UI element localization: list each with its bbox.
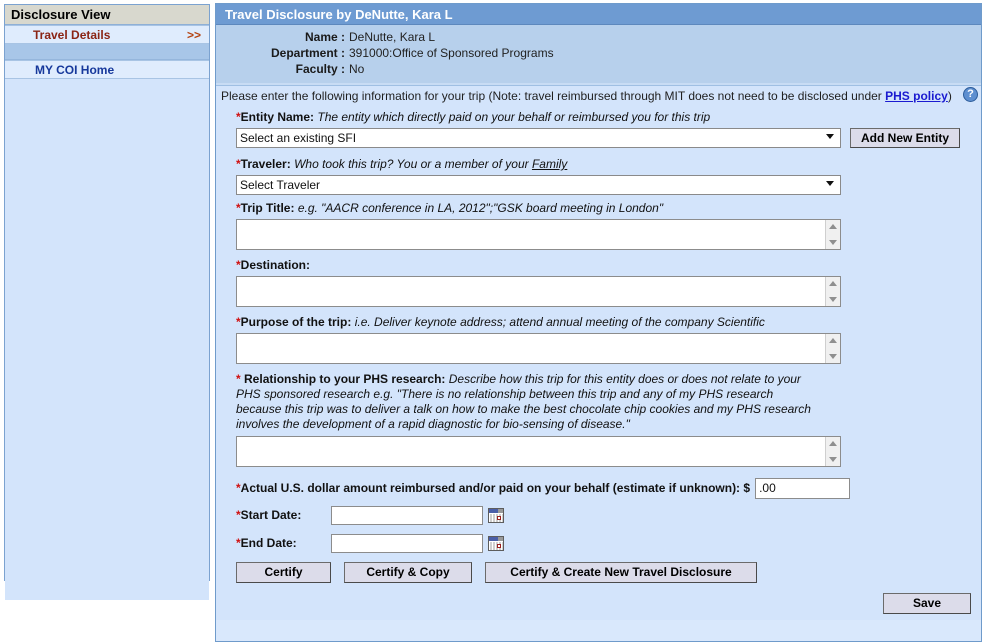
label-text: Trip Title: (240, 201, 295, 215)
save-button[interactable]: Save (883, 593, 971, 614)
instruction-text: Please enter the following information f… (221, 89, 886, 103)
amount-input[interactable] (755, 477, 851, 499)
meta-row-department: Department : 391000:Office of Sponsored … (216, 45, 981, 61)
certify-and-copy-button[interactable]: Certify & Copy (344, 562, 472, 583)
field-start-date: *Start Date: (216, 501, 981, 529)
instruction-text-after: ) (947, 89, 952, 103)
meta-value: 391000:Office of Sponsored Programs (349, 46, 554, 60)
sidebar-item-label: MY COI Home (35, 62, 115, 77)
purpose-label: *Purpose of the trip: i.e. Deliver keyno… (236, 315, 981, 330)
field-end-date: *End Date: (216, 529, 981, 557)
start-date-input[interactable] (331, 505, 483, 525)
start-date-label: *Start Date: (236, 508, 331, 522)
meta-label: Department : (270, 46, 345, 60)
sidebar-item-my-coi-home[interactable]: MY COI Home (5, 60, 209, 79)
label-text: Entity Name: (240, 110, 315, 124)
meta-row-faculty: Faculty : No (216, 61, 981, 77)
certify-and-create-new-travel-disclosure-button[interactable]: Certify & Create New Travel Disclosure (485, 562, 757, 583)
meta-label: Faculty : (295, 62, 345, 76)
field-purpose: *Purpose of the trip: i.e. Deliver keyno… (216, 315, 981, 364)
field-entity-name: *Entity Name: The entity which directly … (216, 110, 981, 154)
field-destination: *Destination: (216, 258, 981, 307)
family-link[interactable]: Family (532, 157, 567, 171)
instruction-bar: Please enter the following information f… (216, 85, 981, 104)
required-marker: * (236, 372, 241, 386)
disclosure-view-sidebar: Disclosure View Travel Details >> MY COI… (4, 4, 210, 600)
label-hint: e.g. "AACR conference in LA, 2012";"GSK … (297, 201, 664, 215)
field-amount: *Actual U.S. dollar amount reimbursed an… (216, 475, 981, 501)
travel-disclosure-panel: Travel Disclosure by DeNutte, Kara L Nam… (215, 3, 982, 642)
calendar-icon[interactable] (488, 535, 504, 551)
amount-label: *Actual U.S. dollar amount reimbursed an… (236, 481, 750, 496)
trip-title-input[interactable] (236, 219, 841, 250)
relationship-label: * Relationship to your PHS research: Des… (236, 372, 816, 432)
label-text: Relationship to your PHS research: (244, 372, 446, 386)
panel-title: Travel Disclosure by DeNutte, Kara L (216, 4, 981, 25)
disclosure-meta-block: Name : DeNutte, Kara L Department : 3910… (216, 25, 981, 85)
meta-value: No (349, 62, 365, 76)
label-text: End Date: (240, 536, 297, 550)
label-hint: Who took this trip? You or a member of y… (294, 157, 532, 171)
question-mark-icon[interactable]: ? (963, 87, 978, 102)
label-text: Actual U.S. dollar amount reimbursed and… (240, 480, 751, 495)
certify-button[interactable]: Certify (236, 562, 331, 583)
entity-name-select[interactable]: Select an existing SFI (236, 128, 841, 148)
relationship-wrapper (236, 436, 841, 467)
meta-value: DeNutte, Kara L (349, 30, 436, 44)
purpose-input[interactable] (236, 333, 841, 364)
app-root: Disclosure View Travel Details >> MY COI… (0, 0, 985, 644)
trip-title-label: *Trip Title: e.g. "AACR conference in LA… (236, 201, 981, 216)
phs-policy-link[interactable]: PHS policy (885, 89, 948, 103)
entity-name-label: *Entity Name: The entity which directly … (236, 110, 981, 125)
label-text: Traveler: (240, 157, 291, 171)
field-relationship: * Relationship to your PHS research: Des… (216, 372, 981, 467)
field-trip-title: *Trip Title: e.g. "AACR conference in LA… (216, 201, 981, 250)
relationship-input[interactable] (236, 436, 841, 467)
entity-select-wrapper: Select an existing SFI (236, 128, 841, 154)
meta-label: Name : (304, 30, 345, 44)
label-hint: i.e. Deliver keynote address; attend ann… (354, 315, 765, 329)
chevron-right-double-icon: >> (186, 27, 201, 42)
sidebar-header: Disclosure View (5, 5, 209, 25)
traveler-label: *Traveler: Who took this trip? You or a … (236, 157, 981, 172)
destination-input[interactable] (236, 276, 841, 307)
label-text: Purpose of the trip: (240, 315, 352, 329)
sidebar-item-label: Travel Details (33, 27, 111, 42)
sidebar-separator (5, 44, 209, 60)
calendar-icon[interactable] (488, 507, 504, 523)
purpose-wrapper (236, 333, 841, 364)
destination-wrapper (236, 276, 841, 307)
add-new-entity-button[interactable]: Add New Entity (850, 128, 961, 148)
save-button-row: Save (883, 593, 971, 614)
end-date-input[interactable] (331, 533, 483, 553)
field-traveler: *Traveler: Who took this trip? You or a … (216, 157, 981, 201)
action-button-row: Certify Certify & Copy Certify & Create … (216, 562, 981, 583)
label-text: Destination: (240, 258, 311, 272)
meta-row-name: Name : DeNutte, Kara L (216, 29, 981, 45)
trip-title-wrapper (236, 219, 841, 250)
sidebar-item-travel-details[interactable]: Travel Details >> (5, 25, 209, 44)
label-text: Start Date: (240, 508, 302, 522)
end-date-label: *End Date: (236, 536, 331, 550)
label-hint: The entity which directly paid on your b… (317, 110, 711, 124)
traveler-select-wrapper: Select Traveler (236, 175, 841, 201)
travel-disclosure-form: * Entity Name: The entity which directly … (216, 104, 981, 620)
traveler-select[interactable]: Select Traveler (236, 175, 841, 195)
destination-label: *Destination: (236, 258, 981, 273)
